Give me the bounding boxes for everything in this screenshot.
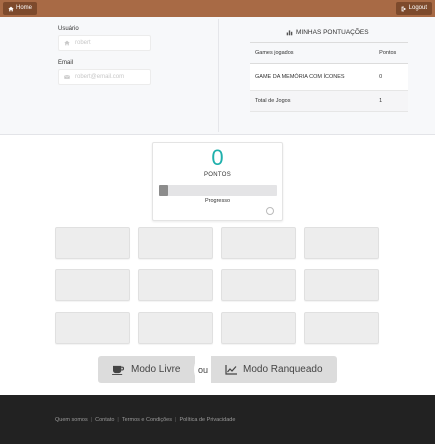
logout-label: Logout [408,5,427,11]
memory-card[interactable] [138,227,213,259]
line-chart-icon [225,364,237,375]
home-icon [8,6,14,11]
memory-card[interactable] [221,227,296,259]
ranked-mode-button[interactable]: Modo Ranqueado [211,356,337,383]
email-label: Email [58,60,74,66]
home-icon [64,40,70,46]
footer-link-contact[interactable]: Contato [95,417,114,423]
footer-separator: | [117,417,119,423]
score-value: 0 [211,145,224,170]
score-label: PONTOS [203,172,232,178]
progress-fill [159,185,169,196]
top-navbar: Home Logout [0,0,435,17]
memory-card[interactable] [221,312,296,344]
email-value: robert@email.com [75,74,125,80]
scores-title-text: MINHAS PONTUAÇÕES [296,29,369,36]
logout-button[interactable]: Logout [395,2,432,15]
username-label: Usuário [58,26,79,32]
reset-icon[interactable] [266,207,274,215]
scores-title: MINHAS PONTUAÇÕES [286,29,369,36]
row-game: GAME DA MEMÓRIA COM ÍCONES [250,63,375,91]
progress-label: Progresso [204,198,231,204]
footer: Quem somos | Contato | Termos e Condiçõe… [0,395,435,444]
row-points: 0 [374,63,408,91]
progress-bar [159,185,277,196]
or-separator: ou [194,356,212,383]
chart-icon [286,30,293,36]
row-game: Total de Jogos [250,90,375,112]
memory-card[interactable] [221,269,296,301]
table-row: GAME DA MEMÓRIA COM ÍCONES 0 [250,63,408,91]
profile-panel: Usuário robert Email robert@email.com MI… [0,17,435,135]
email-field[interactable]: robert@email.com [58,69,151,85]
free-mode-label: Modo Livre [131,364,181,375]
footer-links: Quem somos | Contato | Termos e Condiçõe… [55,417,235,423]
header-games: Games jogados [250,42,375,64]
envelope-icon [64,74,70,79]
header-points: Pontos [374,42,408,64]
panel-divider [218,19,219,132]
table-row: Total de Jogos 1 [250,90,408,112]
memory-card[interactable] [304,269,379,301]
ranked-mode-label: Modo Ranqueado [243,364,323,375]
memory-card[interactable] [304,227,379,259]
free-mode-button[interactable]: Modo Livre [98,356,195,383]
username-field[interactable]: robert [58,35,151,51]
username-value: robert [75,40,91,46]
memory-card[interactable] [55,227,130,259]
footer-separator: | [90,417,93,423]
footer-separator: | [175,417,177,423]
row-points: 1 [374,90,408,112]
footer-link-terms[interactable]: Termos e Condições [122,417,172,423]
memory-card[interactable] [138,269,213,301]
table-header-row: Games jogados Pontos [250,42,408,64]
coffee-icon [112,365,125,375]
score-card: 0 PONTOS Progresso [152,142,283,221]
footer-link-about[interactable]: Quem somos [55,417,88,423]
memory-card[interactable] [304,312,379,344]
sign-out-icon [401,6,406,11]
home-label: Home [16,5,33,11]
memory-card[interactable] [55,269,130,301]
scores-table: Games jogados Pontos GAME DA MEMÓRIA COM… [250,42,408,112]
memory-card[interactable] [55,312,130,344]
home-button[interactable]: Home [3,2,38,15]
footer-link-privacy[interactable]: Política de Privacidade [179,417,235,423]
memory-card[interactable] [138,312,213,344]
